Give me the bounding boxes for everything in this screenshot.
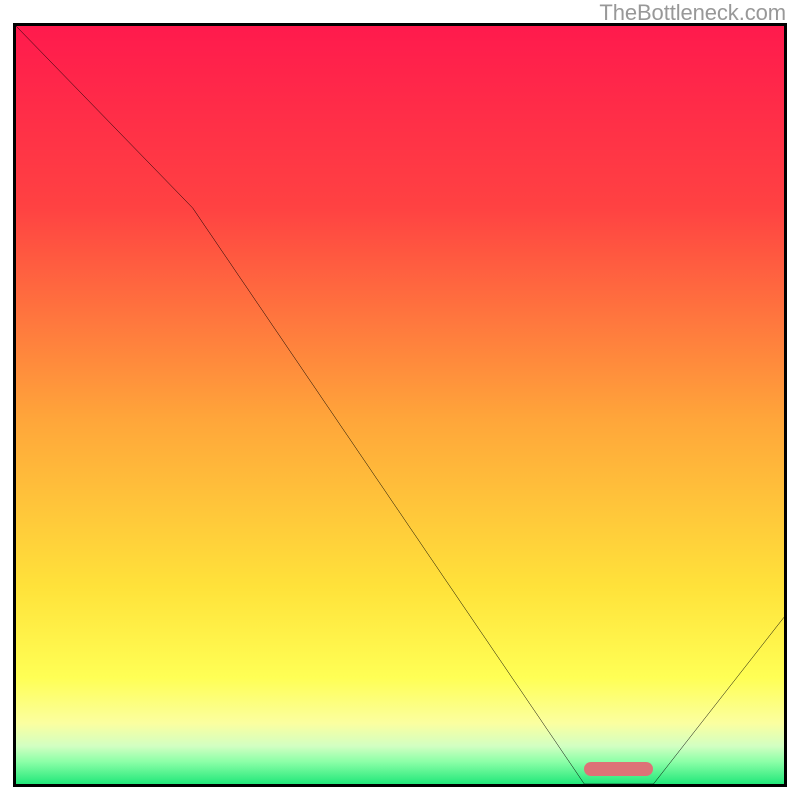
chart-background-gradient — [16, 26, 784, 784]
chart-frame — [13, 23, 787, 787]
optimal-range-marker — [584, 762, 653, 776]
